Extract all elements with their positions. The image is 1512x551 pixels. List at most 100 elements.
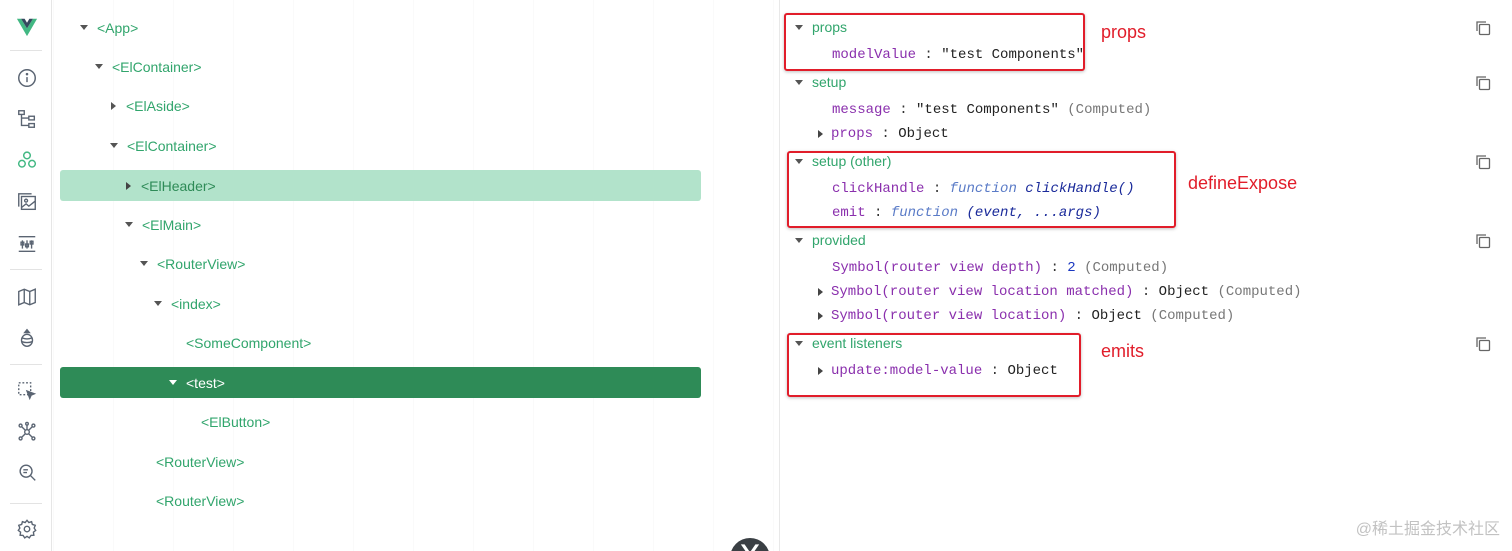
computed-note: (Computed) [1150, 308, 1235, 324]
expand-caret-icon[interactable] [795, 79, 803, 85]
tree-node-routerview[interactable]: <RouterView> [60, 485, 701, 516]
sidebar-divider [10, 364, 42, 365]
annotation-box-props [784, 13, 1085, 71]
vue-logo-icon [740, 544, 760, 551]
expand-caret-icon[interactable] [110, 143, 118, 148]
tree-node-label: <test> [186, 374, 225, 391]
collapse-caret-icon[interactable] [818, 312, 823, 320]
graph-icon[interactable] [14, 419, 40, 445]
pinia-icon[interactable] [14, 325, 40, 351]
prop-separator: : [1050, 260, 1059, 276]
prop-value: "test Components" [916, 102, 1059, 118]
prop-key: Symbol(router view depth) [832, 260, 1043, 276]
tree-node-label: <RouterView> [157, 255, 246, 272]
sidebar-divider [10, 50, 42, 51]
tree-node-label: <RouterView> [156, 453, 245, 470]
tree-node-label: <index> [171, 295, 221, 312]
prop-key: Symbol(router view location) [831, 308, 1067, 324]
expand-caret-icon[interactable] [140, 261, 148, 266]
annotation-label-define-expose: defineExpose [1188, 173, 1298, 193]
watermark: @稀土掘金技术社区 [1355, 521, 1500, 538]
expand-caret-icon[interactable] [154, 301, 162, 306]
collapse-caret-icon[interactable] [818, 130, 823, 138]
tree-node-label: <ElContainer> [127, 137, 217, 154]
timeline-icon[interactable] [14, 231, 40, 257]
expand-caret-icon[interactable] [80, 25, 88, 30]
copy-icon[interactable] [1474, 335, 1492, 353]
prop-separator: : [1074, 308, 1084, 324]
prop-separator: : [899, 102, 908, 118]
prop-key: message [832, 102, 891, 118]
tree-node-label: <ElMain> [142, 216, 202, 233]
expand-caret-icon[interactable] [795, 237, 803, 243]
tree-node-label: <SomeComponent> [186, 334, 312, 351]
computed-note: (Computed) [1217, 284, 1302, 300]
search-icon[interactable] [14, 460, 40, 486]
prop-row-expandable[interactable]: Symbol(router view location) : Object (C… [818, 306, 1234, 326]
tree-node-index[interactable]: <index> [60, 288, 701, 319]
prop-value: Object [1091, 308, 1142, 324]
copy-icon[interactable] [1474, 74, 1492, 92]
tree-node-somecomponent[interactable]: <SomeComponent> [60, 327, 701, 358]
prop-row[interactable]: message : "test Components" (Computed) [832, 100, 1151, 120]
section-provided-header[interactable]: provided [795, 230, 866, 250]
tree-node-elaside[interactable]: <ElAside> [60, 90, 701, 121]
section-title: setup [812, 74, 847, 90]
component-tree-icon[interactable] [14, 106, 40, 132]
state-inspector-panel: props modelValue : "test Components" set… [781, 0, 1512, 551]
prop-key: props [831, 126, 874, 142]
prop-value: Object [1158, 284, 1210, 300]
prop-separator: : [881, 126, 890, 142]
prop-row-expandable[interactable]: Symbol(router view location matched) : O… [818, 282, 1302, 302]
tree-node-routerview[interactable]: <RouterView> [60, 446, 701, 477]
collapse-caret-icon[interactable] [111, 101, 116, 110]
tree-node-elcontainer[interactable]: <ElContainer> [60, 51, 701, 82]
section-setup-header[interactable]: setup [795, 72, 846, 92]
pinia-map-icon[interactable] [14, 284, 40, 310]
tree-node-elmain[interactable]: <ElMain> [60, 209, 701, 240]
assets-icon[interactable] [14, 189, 40, 215]
tree-node-label: <ElHeader> [141, 177, 216, 194]
tree-node-routerview[interactable]: <RouterView> [60, 248, 701, 279]
sidebar-divider [10, 503, 42, 504]
tree-node-elheader[interactable]: <ElHeader> [60, 170, 701, 201]
expand-caret-icon[interactable] [169, 380, 177, 385]
sidebar [0, 0, 52, 551]
components-icon[interactable] [14, 147, 40, 173]
prop-key: Symbol(router view location matched) [831, 284, 1134, 300]
copy-icon[interactable] [1474, 232, 1492, 250]
tree-node-label: <ElContainer> [112, 58, 202, 75]
annotation-label-props: props [1101, 22, 1147, 42]
tree-node-label: <App> [97, 19, 139, 36]
collapse-caret-icon[interactable] [126, 181, 131, 190]
prop-value: Object [898, 126, 949, 142]
tree-node-elbutton[interactable]: <ElButton> [60, 406, 701, 437]
info-icon[interactable] [14, 65, 40, 91]
prop-row[interactable]: Symbol(router view depth) : 2 (Computed) [832, 258, 1168, 278]
vue-logo-icon[interactable] [14, 14, 40, 40]
tree-node-elcontainer-inner[interactable]: <ElContainer> [60, 130, 701, 161]
annotation-label-emits: emits [1101, 341, 1145, 361]
annotation-box-emits [787, 333, 1081, 397]
tree-node-app[interactable]: <App> [60, 12, 701, 43]
sidebar-divider [10, 269, 42, 270]
section-title: provided [812, 232, 866, 248]
computed-note: (Computed) [1084, 260, 1169, 276]
computed-note: (Computed) [1067, 102, 1152, 118]
prop-row-expandable[interactable]: props : Object [818, 124, 949, 144]
annotation-box-define-expose [787, 151, 1176, 228]
copy-icon[interactable] [1474, 19, 1492, 37]
settings-icon[interactable] [14, 516, 40, 542]
tree-node-label: <RouterView> [156, 492, 245, 509]
copy-icon[interactable] [1474, 153, 1492, 171]
collapse-caret-icon[interactable] [818, 288, 823, 296]
tree-node-label: <ElButton> [201, 413, 271, 430]
expand-caret-icon[interactable] [125, 222, 133, 227]
prop-separator: : [1141, 284, 1151, 300]
inspect-element-icon[interactable] [14, 378, 40, 404]
tree-node-label: <ElAside> [126, 97, 190, 114]
prop-value: 2 [1067, 260, 1076, 276]
expand-caret-icon[interactable] [95, 64, 103, 69]
component-tree-panel: <App> <ElContainer> <ElAside> <ElContain… [53, 0, 780, 551]
tree-node-test[interactable]: <test> [60, 367, 701, 398]
